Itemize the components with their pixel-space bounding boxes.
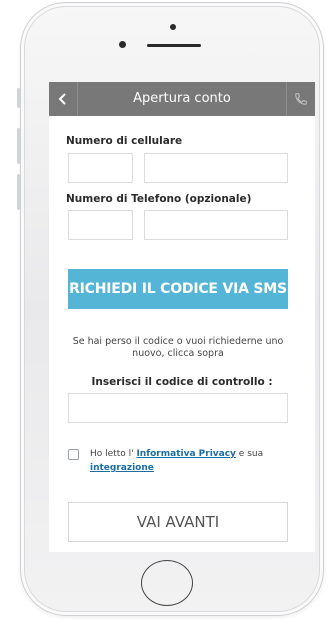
privacy-checkbox[interactable] [68, 449, 79, 460]
page-title: Apertura conto [133, 91, 231, 106]
mobile-prefix-input[interactable] [68, 153, 133, 183]
app-screen: Apertura conto Numero di cellulare Numer… [49, 82, 315, 552]
control-code-input[interactable] [68, 393, 288, 423]
mobile-number-input[interactable] [144, 153, 288, 183]
call-button[interactable] [286, 82, 315, 116]
phone-prefix-input[interactable] [68, 210, 133, 240]
next-button[interactable]: VAI AVANTI [68, 502, 288, 542]
volume-up-button [17, 128, 20, 164]
phone-number-label: Numero di Telefono (opzionale) [66, 193, 252, 205]
front-sensor [170, 24, 176, 30]
control-code-label: Inserisci il codice di controllo : [91, 376, 273, 388]
privacy-policy-link[interactable]: Informativa Privacy [136, 449, 235, 459]
phone-number-input[interactable] [144, 210, 288, 240]
chevron-left-icon [58, 93, 66, 105]
volume-down-button [17, 174, 20, 210]
earpiece-speaker [147, 44, 201, 47]
nav-bar: Apertura conto [49, 82, 315, 116]
phone-icon [295, 93, 307, 105]
request-sms-code-button[interactable]: RICHIEDI IL CODICE VIA SMS [68, 269, 288, 309]
mute-switch [17, 88, 20, 108]
privacy-consent-text: Ho letto l' Informativa Privacy e sua in… [90, 447, 295, 475]
integration-link[interactable]: integrazione [90, 463, 154, 473]
resend-hint-text: Se hai perso il codice o vuoi richiedern… [72, 336, 284, 359]
home-button[interactable] [141, 560, 193, 606]
back-button[interactable] [49, 82, 78, 116]
privacy-prefix-text: Ho letto l' [90, 449, 134, 459]
front-camera-icon [119, 41, 126, 48]
privacy-middle-text: e sua [238, 449, 264, 459]
mobile-number-label: Numero di cellulare [66, 135, 183, 147]
